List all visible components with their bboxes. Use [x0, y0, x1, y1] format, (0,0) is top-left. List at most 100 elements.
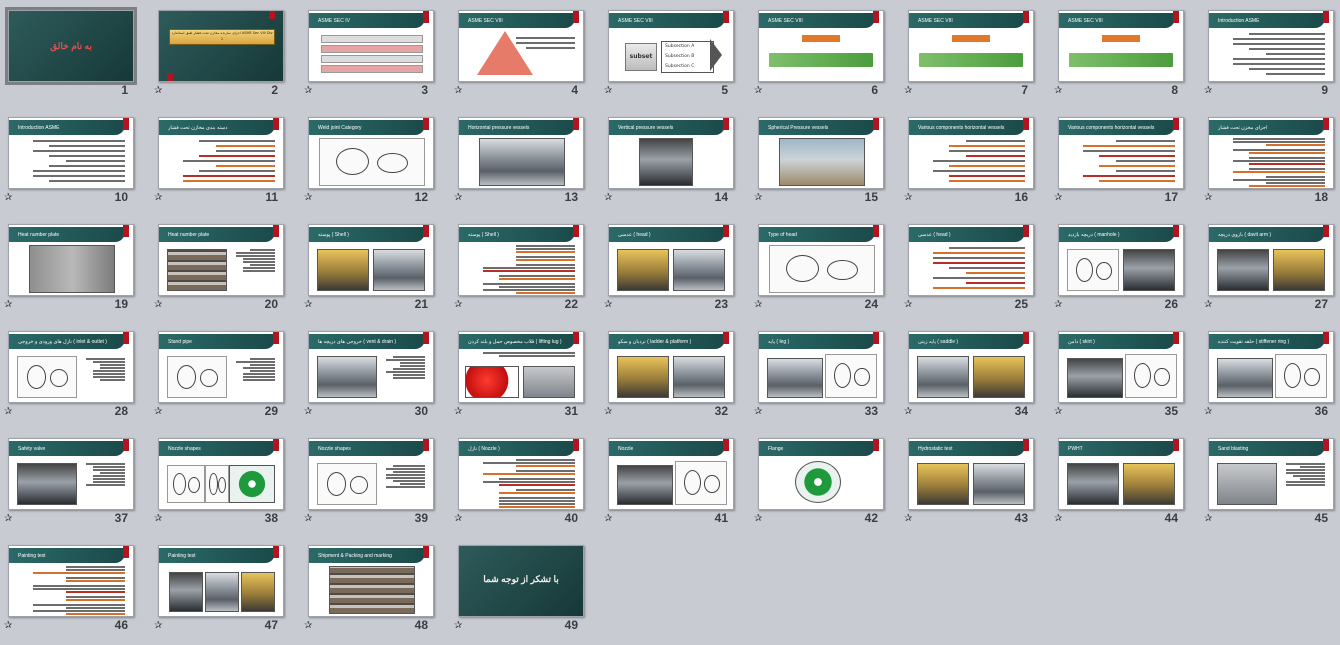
slide-thumbnail-cell[interactable]: عدسی ( head ) 23 ✰ — [600, 214, 750, 321]
slide-thumbnail-cell[interactable]: Vertical pressure vessels 14 ✰ — [600, 107, 750, 214]
transition-star-icon[interactable]: ✰ — [4, 300, 12, 310]
slide-thumbnail-cell[interactable]: به نام خالق 1 — [0, 0, 150, 107]
slide-thumbnail-cell[interactable]: عدسی ( head ) 25 ✰ — [900, 214, 1050, 321]
slide-thumbnail-cell[interactable]: Stand pipe 29 ✰ — [150, 321, 300, 428]
slide-thumbnail[interactable]: Weld joint Category — [308, 117, 434, 189]
slide-thumbnail[interactable]: عدسی ( head ) — [908, 224, 1034, 296]
transition-star-icon[interactable]: ✰ — [454, 621, 462, 631]
slide-thumbnail-cell[interactable]: PWHT 44 ✰ — [1050, 428, 1200, 535]
slide-thumbnail-cell[interactable]: Flange 42 ✰ — [750, 428, 900, 535]
transition-star-icon[interactable]: ✰ — [454, 300, 462, 310]
transition-star-icon[interactable]: ✰ — [1054, 86, 1062, 96]
slide-thumbnail[interactable]: حلقه تقویت کننده ( stiffener ring ) — [1208, 331, 1334, 403]
transition-star-icon[interactable]: ✰ — [604, 300, 612, 310]
slide-thumbnail[interactable]: Nozzle — [608, 438, 734, 510]
slide-thumbnail[interactable]: Vertical pressure vessels — [608, 117, 734, 189]
transition-star-icon[interactable]: ✰ — [154, 621, 162, 631]
slide-thumbnail-cell[interactable]: ASME SEC VIII subset Subsection A Subsectio… — [600, 0, 750, 107]
slide-thumbnail[interactable]: ASME SEC IV — [308, 10, 434, 82]
slide-thumbnail[interactable]: Introduction ASME — [8, 117, 134, 189]
transition-star-icon[interactable]: ✰ — [304, 514, 312, 524]
transition-star-icon[interactable]: ✰ — [904, 300, 912, 310]
transition-star-icon[interactable]: ✰ — [4, 514, 12, 524]
slide-thumbnail-cell[interactable]: Introduction ASME 9 ✰ — [1200, 0, 1340, 107]
slide-thumbnail[interactable]: Sand blasting — [1208, 438, 1334, 510]
transition-star-icon[interactable]: ✰ — [454, 514, 462, 524]
slide-thumbnail[interactable]: Shipment & Packing and marking — [308, 545, 434, 617]
transition-star-icon[interactable]: ✰ — [154, 514, 162, 524]
slide-thumbnail-cell[interactable]: Painting test 46 ✰ — [0, 535, 150, 642]
slide-thumbnail[interactable]: ASME SEC VIII subset Subsection A Subsectio… — [608, 10, 734, 82]
slide-thumbnail[interactable]: ASME SEC VIII — [1058, 10, 1184, 82]
slide-thumbnail-cell[interactable]: Heat number plate 19 ✰ — [0, 214, 150, 321]
transition-star-icon[interactable]: ✰ — [154, 300, 162, 310]
transition-star-icon[interactable]: ✰ — [1204, 300, 1212, 310]
slide-thumbnail[interactable]: Stand pipe — [158, 331, 284, 403]
transition-star-icon[interactable]: ✰ — [454, 193, 462, 203]
slide-thumbnail-cell[interactable]: دسته بندی مخازن تحت فشار 11 ✰ — [150, 107, 300, 214]
transition-star-icon[interactable]: ✰ — [4, 193, 12, 203]
transition-star-icon[interactable]: ✰ — [4, 407, 12, 417]
slide-thumbnail[interactable]: Nozzle shapes — [158, 438, 284, 510]
slide-thumbnail[interactable]: خروجی های دریچه ها ( vent & drain ) — [308, 331, 434, 403]
slide-thumbnail-cell[interactable]: پوسته ( Shell ) 22 ✰ — [450, 214, 600, 321]
transition-star-icon[interactable]: ✰ — [904, 407, 912, 417]
transition-star-icon[interactable]: ✰ — [604, 407, 612, 417]
transition-star-icon[interactable]: ✰ — [154, 407, 162, 417]
transition-star-icon[interactable]: ✰ — [154, 86, 162, 96]
transition-star-icon[interactable]: ✰ — [454, 407, 462, 417]
transition-star-icon[interactable]: ✰ — [1204, 86, 1212, 96]
slide-thumbnail[interactable]: عدسی ( head ) — [608, 224, 734, 296]
transition-star-icon[interactable]: ✰ — [604, 193, 612, 203]
slide-thumbnail-cell[interactable]: قلاب مخصوص حمل و بلند کردن ( lifting lug… — [450, 321, 600, 428]
transition-star-icon[interactable]: ✰ — [1054, 300, 1062, 310]
slide-thumbnail[interactable]: Heat number plate — [158, 224, 284, 296]
transition-star-icon[interactable]: ✰ — [1054, 193, 1062, 203]
transition-star-icon[interactable]: ✰ — [754, 300, 762, 310]
slide-thumbnail-cell[interactable]: Safety valve 37 ✰ — [0, 428, 150, 535]
slide-thumbnail[interactable]: PWHT — [1058, 438, 1184, 510]
transition-star-icon[interactable]: ✰ — [1204, 193, 1212, 203]
slide-thumbnail[interactable]: دسته بندی مخازن تحت فشار — [158, 117, 284, 189]
slide-thumbnail-cell[interactable]: Painting test 47 ✰ — [150, 535, 300, 642]
slide-thumbnail-cell[interactable]: Weld joint Category 12 ✰ — [300, 107, 450, 214]
transition-star-icon[interactable]: ✰ — [904, 86, 912, 96]
transition-star-icon[interactable]: ✰ — [304, 86, 312, 96]
slide-thumbnail[interactable]: پایه ( leg ) — [758, 331, 884, 403]
transition-star-icon[interactable]: ✰ — [904, 514, 912, 524]
slide-thumbnail[interactable]: Horizontal pressure vessels — [458, 117, 584, 189]
slide-thumbnail[interactable]: Painting test — [8, 545, 134, 617]
transition-star-icon[interactable]: ✰ — [304, 407, 312, 417]
slide-thumbnail-cell[interactable]: Horizontal pressure vessels 13 ✰ — [450, 107, 600, 214]
slide-thumbnail-cell[interactable]: Nozzle 41 ✰ — [600, 428, 750, 535]
slide-thumbnail[interactable]: Various components horizontal vessels — [1058, 117, 1184, 189]
slide-thumbnail-cell[interactable]: ASME SEC VIII 8 ✰ — [1050, 0, 1200, 107]
slide-thumbnail-cell[interactable]: اجزای سازنده مخازن تحت فشار طبق استاندار… — [150, 0, 300, 107]
slide-thumbnail-cell[interactable]: Various components horizontal vessels 17 ✰ — [1050, 107, 1200, 214]
slide-thumbnail-cell[interactable]: پوسته ( Shell ) 21 ✰ — [300, 214, 450, 321]
slide-thumbnail[interactable]: ASME SEC VIII — [908, 10, 1034, 82]
slide-thumbnail-cell[interactable]: Shipment & Packing and marking 48 ✰ — [300, 535, 450, 642]
transition-star-icon[interactable]: ✰ — [304, 621, 312, 631]
slide-thumbnail-cell[interactable]: ASME SEC IV 3 ✰ — [300, 0, 450, 107]
transition-star-icon[interactable]: ✰ — [304, 300, 312, 310]
slide-thumbnail[interactable]: دامن ( skirt ) — [1058, 331, 1184, 403]
transition-star-icon[interactable]: ✰ — [904, 193, 912, 203]
slide-thumbnail[interactable]: Spherical Pressure vessels — [758, 117, 884, 189]
slide-thumbnail-cell[interactable]: حلقه تقویت کننده ( stiffener ring ) 36 ✰ — [1200, 321, 1340, 428]
slide-thumbnail-cell[interactable]: بازوی دریچه ( davit arm ) 27 ✰ — [1200, 214, 1340, 321]
slide-thumbnail-cell[interactable]: ASME SEC VIII 7 ✰ — [900, 0, 1050, 107]
slide-thumbnail[interactable]: اجزای سازنده مخازن تحت فشار طبق استاندار… — [158, 10, 284, 82]
slide-thumbnail[interactable]: قلاب مخصوص حمل و بلند کردن ( lifting lug… — [458, 331, 584, 403]
slide-thumbnail-cell[interactable]: ASME SEC VIII 6 ✰ — [750, 0, 900, 107]
slide-thumbnail-cell[interactable]: Nozzle shapes 39 ✰ — [300, 428, 450, 535]
slide-thumbnail[interactable]: Nozzle shapes — [308, 438, 434, 510]
slide-thumbnail[interactable]: نازل های ورودی و خروجی ( inlet & outlet … — [8, 331, 134, 403]
transition-star-icon[interactable]: ✰ — [4, 621, 12, 631]
slide-thumbnail[interactable]: به نام خالق — [5, 7, 137, 85]
slide-thumbnail-cell[interactable]: Hydrostatic test 43 ✰ — [900, 428, 1050, 535]
slide-thumbnail[interactable]: Introduction ASME — [1208, 10, 1334, 82]
slide-thumbnail[interactable]: با تشکر از توجه شما — [458, 545, 584, 617]
slide-thumbnail[interactable]: دریچه بازدید ( manhole ) — [1058, 224, 1184, 296]
slide-thumbnail[interactable]: Flange — [758, 438, 884, 510]
